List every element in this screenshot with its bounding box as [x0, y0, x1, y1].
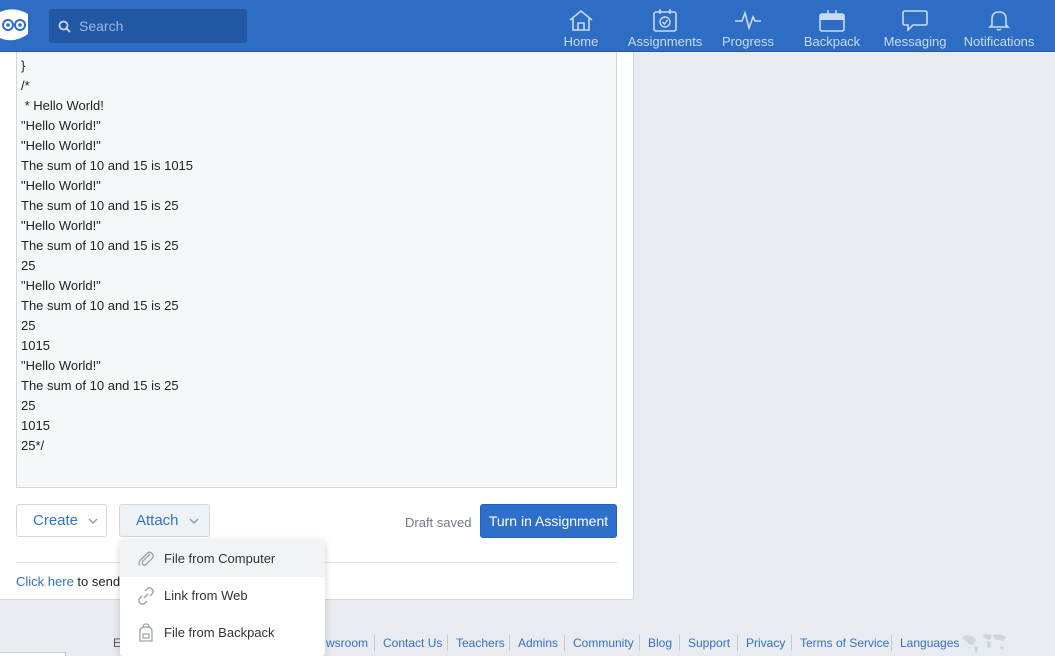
- click-here-link[interactable]: Click here: [16, 574, 74, 589]
- assignment-panel: } /* * Hello World! "Hello World!" "Hell…: [0, 52, 634, 600]
- text-line: "Hello World!": [21, 138, 101, 153]
- attach-dropdown-menu: File from Computer Link from Web File fr…: [120, 540, 325, 656]
- create-button-label: Create: [33, 512, 79, 529]
- footer-separator: [509, 635, 510, 651]
- text-line: The sum of 10 and 15 is 25: [21, 378, 179, 393]
- footer-link-terms[interactable]: Terms of Service: [800, 636, 889, 650]
- nav-label: Messaging: [883, 34, 947, 49]
- search-box[interactable]: [49, 9, 247, 43]
- turn-in-assignment-button[interactable]: Turn in Assignment: [480, 504, 617, 538]
- footer-separator: [737, 635, 738, 651]
- text-line: 25: [21, 258, 36, 273]
- send-note: Click here to send: [16, 574, 120, 589]
- home-icon: [569, 9, 593, 31]
- footer-separator: [447, 635, 448, 651]
- text-line: 25: [21, 318, 36, 333]
- chevron-down-icon: [88, 518, 98, 524]
- notifications-icon: [988, 11, 1010, 31]
- text-line: 25: [21, 398, 36, 413]
- footer-separator: [564, 635, 565, 651]
- text-line: "Hello World!": [21, 278, 101, 293]
- search-input[interactable]: [79, 18, 239, 34]
- nav-backpack[interactable]: Backpack: [803, 0, 861, 52]
- text-line: The sum of 10 and 15 is 25: [21, 238, 179, 253]
- nav-label: Home: [563, 34, 599, 49]
- footer-link-privacy[interactable]: Privacy: [746, 636, 785, 650]
- menu-item-label: File from Computer: [164, 551, 276, 566]
- menu-item-label: File from Backpack: [164, 625, 275, 640]
- text-line: }: [21, 58, 26, 73]
- search-icon: [58, 20, 71, 33]
- footer-link-languages[interactable]: Languages: [900, 636, 959, 650]
- footer-link-blog[interactable]: Blog: [648, 636, 672, 650]
- draft-status: Draft saved: [405, 515, 472, 530]
- text-line: "Hello World!": [21, 178, 101, 193]
- text-line: The sum of 10 and 15 is 1015: [21, 158, 194, 173]
- footer-link-teachers[interactable]: Teachers: [456, 636, 505, 650]
- footer-separator: [374, 635, 375, 651]
- paperclip-icon: [138, 551, 154, 566]
- text-line: 1015: [21, 338, 50, 353]
- menu-item-file-from-backpack[interactable]: File from Backpack: [120, 614, 325, 651]
- footer-separator: [891, 635, 892, 651]
- assignments-icon: [653, 9, 677, 32]
- response-text-area[interactable]: } /* * Hello World! "Hello World!" "Hell…: [16, 52, 617, 488]
- text-line: * Hello World!: [21, 98, 104, 113]
- text-line: "Hello World!": [21, 218, 101, 233]
- text-line: The sum of 10 and 15 is 25: [21, 298, 179, 313]
- footer-separator: [639, 635, 640, 651]
- edmodo-logo-icon[interactable]: [0, 8, 30, 44]
- nav-messaging[interactable]: Messaging: [883, 0, 947, 52]
- progress-icon: [735, 10, 761, 31]
- nav-label: Progress: [721, 34, 775, 49]
- text-line: /*: [21, 78, 30, 93]
- nav-progress[interactable]: Progress: [721, 0, 775, 52]
- menu-item-link-from-web[interactable]: Link from Web: [120, 577, 325, 614]
- footer-link-contact[interactable]: Contact Us: [383, 636, 442, 650]
- menu-item-label: Link from Web: [164, 588, 248, 603]
- nav-label: Assignments: [627, 34, 703, 49]
- nav-label: Notifications: [963, 34, 1035, 49]
- footer-link-admins[interactable]: Admins: [518, 636, 558, 650]
- send-note-text: to send: [73, 574, 121, 589]
- footer-link-newsroom[interactable]: wsroom: [326, 636, 368, 650]
- create-button[interactable]: Create: [16, 504, 107, 537]
- attach-button-label: Attach: [136, 512, 179, 529]
- menu-item-file-from-computer[interactable]: File from Computer: [120, 540, 325, 577]
- bottom-left-panel-edge: [0, 652, 66, 656]
- text-line: "Hello World!": [21, 118, 101, 133]
- nav-label: Backpack: [803, 34, 861, 49]
- footer-separator: [791, 635, 792, 651]
- footer-separator: [679, 635, 680, 651]
- world-map-icon: [962, 634, 1006, 653]
- turn-in-label: Turn in Assignment: [488, 513, 609, 529]
- text-line: "Hello World!": [21, 358, 101, 373]
- footer-link-community[interactable]: Community: [573, 636, 634, 650]
- text-line: The sum of 10 and 15 is 25: [21, 198, 179, 213]
- backpack-icon: [819, 10, 845, 32]
- text-line: 1015: [21, 418, 50, 433]
- top-navigation-bar: Home Assignments Progress Backpack Messa…: [0, 0, 1055, 52]
- messaging-icon: [902, 10, 928, 32]
- text-line: 25*/: [21, 438, 45, 453]
- chevron-down-icon: [189, 518, 198, 524]
- nav-assignments[interactable]: Assignments: [627, 0, 703, 52]
- nav-notifications[interactable]: Notifications: [963, 0, 1035, 52]
- backpack-icon: [139, 622, 153, 642]
- link-icon: [138, 586, 154, 605]
- footer-link-support[interactable]: Support: [688, 636, 730, 650]
- nav-home[interactable]: Home: [563, 0, 599, 52]
- attach-button[interactable]: Attach: [119, 504, 210, 537]
